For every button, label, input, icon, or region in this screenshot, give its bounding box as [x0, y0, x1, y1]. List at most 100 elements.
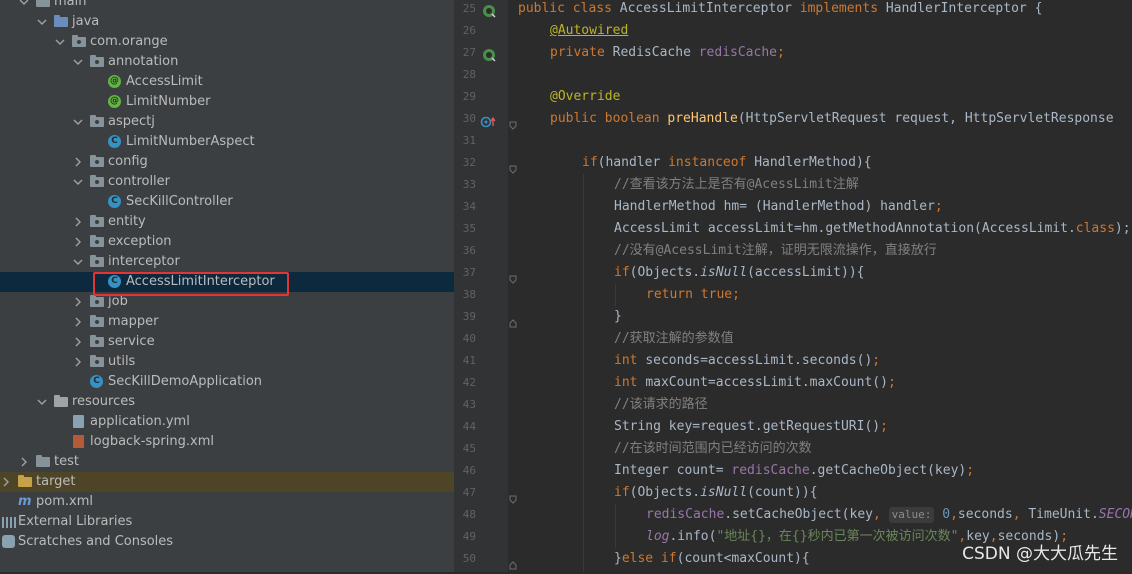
tree-row-utils[interactable]: utils	[0, 352, 454, 372]
code-token: ,	[1012, 507, 1029, 522]
indent-guide	[615, 284, 616, 306]
code-token: HandlerInterceptor {	[885, 1, 1043, 16]
chevron-right-icon[interactable]	[72, 156, 84, 168]
tree-row-application-yml[interactable]: application.yml	[0, 412, 454, 432]
tree-label: utils	[108, 354, 136, 369]
tree-row-resources[interactable]: resources	[0, 392, 454, 412]
chevron-down-icon[interactable]	[36, 396, 48, 408]
code-comment: //没有@AcessLimit注解，证明无限流操作，直接放行	[614, 243, 937, 258]
chevron-right-icon[interactable]	[72, 316, 84, 328]
code-token: .setCacheObject(key	[724, 507, 873, 522]
tree-label: application.yml	[90, 414, 190, 429]
code-token: seconds=accessLimit.seconds()	[645, 353, 873, 368]
code-token: (Objects.	[629, 265, 701, 280]
tree-row-main[interactable]: main	[0, 0, 454, 12]
code-line-41: int seconds=accessLimit.seconds();	[614, 350, 880, 372]
tree-row-limitnumber[interactable]: @ LimitNumber	[0, 92, 454, 112]
tree-row-controller[interactable]: controller	[0, 172, 454, 192]
fold-icon[interactable]	[509, 115, 517, 130]
spring-boot-class-icon: C	[90, 375, 104, 389]
tree-row-target[interactable]: target	[0, 472, 454, 492]
tree-label: entity	[108, 214, 146, 229]
line-number: 45	[462, 442, 476, 455]
chevron-down-icon[interactable]	[72, 176, 84, 188]
line-number: 41	[462, 354, 476, 367]
indent-guide	[615, 504, 616, 548]
tree-label: main	[54, 0, 87, 9]
chevron-down-icon[interactable]	[18, 0, 30, 8]
bean-gutter-icon[interactable]	[482, 47, 496, 62]
code-token: (handler	[597, 155, 669, 170]
line-number: 37	[462, 266, 476, 279]
code-token: ;	[887, 375, 896, 390]
chevron-right-icon[interactable]	[18, 456, 30, 468]
tree-row-interceptor[interactable]: interceptor	[0, 252, 454, 272]
code-line-48: redisCache.setCacheObject(key, value: 0,…	[646, 504, 1132, 526]
tree-row-seckillcontroller[interactable]: C SecKillController	[0, 192, 454, 212]
package-icon	[90, 215, 104, 229]
fold-icon[interactable]	[509, 555, 517, 570]
project-tree-panel: main java com.orange annotation @ Access…	[0, 0, 454, 572]
code-token: if	[582, 155, 598, 170]
chevron-right-icon[interactable]	[72, 356, 84, 368]
package-icon	[90, 115, 104, 129]
chevron-down-icon[interactable]	[72, 56, 84, 68]
code-editor[interactable]: public class AccessLimitInterceptor impl…	[518, 0, 1132, 572]
tree-row-seckilldemoapplication[interactable]: C SecKillDemoApplication	[0, 372, 454, 392]
tree-row-external-libraries[interactable]: External Libraries	[0, 512, 454, 532]
code-token: ;	[777, 45, 785, 60]
package-icon	[90, 315, 104, 329]
tree-row-exception[interactable]: exception	[0, 232, 454, 252]
chevron-right-icon[interactable]	[72, 296, 84, 308]
tree-row-java[interactable]: java	[0, 12, 454, 32]
implements-gutter-icon[interactable]	[482, 3, 496, 18]
code-line-40: //获取注解的参数值	[614, 328, 734, 350]
tree-row-config[interactable]: config	[0, 152, 454, 172]
code-line-44: String key=request.getRequestURI();	[614, 416, 888, 438]
class-icon: C	[108, 195, 122, 209]
chevron-down-icon[interactable]	[72, 256, 84, 268]
tree-row-limitnumberaspect[interactable]: C LimitNumberAspect	[0, 132, 454, 152]
code-line-43: //该请求的路径	[614, 394, 708, 416]
code-token: (HttpServletRequest request, HttpServlet…	[737, 111, 1114, 126]
tree-row-logback-spring-xml[interactable]: logback-spring.xml	[0, 432, 454, 452]
fold-icon[interactable]	[509, 159, 517, 174]
annotation-class-icon: @	[108, 95, 121, 108]
tree-row-scratches[interactable]: Scratches and Consoles	[0, 532, 454, 552]
highlight-box	[93, 272, 289, 296]
chevron-right-icon[interactable]	[72, 236, 84, 248]
code-token: redisCache	[698, 45, 777, 60]
fold-icon[interactable]	[509, 489, 517, 504]
chevron-down-icon[interactable]	[36, 16, 48, 28]
tree-row-pom-xml[interactable]: m pom.xml	[0, 492, 454, 512]
code-line-32: if(handler instanceof HandlerMethod){	[582, 152, 872, 174]
package-icon	[90, 235, 104, 249]
chevron-right-icon[interactable]	[0, 476, 12, 488]
tree-label: com.orange	[90, 34, 168, 49]
code-token: int	[614, 353, 646, 368]
tree-row-com-orange[interactable]: com.orange	[0, 32, 454, 52]
code-token: @Autowired	[550, 23, 629, 38]
parameter-hint: value:	[888, 507, 935, 523]
tree-row-accesslimit[interactable]: @ AccessLimit	[0, 72, 454, 92]
package-icon	[90, 55, 104, 69]
tree-row-service[interactable]: service	[0, 332, 454, 352]
code-token: maxCount=accessLimit.maxCount()	[645, 375, 888, 390]
line-number: 36	[462, 244, 476, 257]
fold-icon[interactable]	[509, 313, 517, 328]
tree-row-aspectj[interactable]: aspectj	[0, 112, 454, 132]
code-token: 0	[934, 507, 951, 522]
fold-icon[interactable]	[509, 269, 517, 284]
line-number: 33	[462, 178, 476, 191]
chevron-right-icon[interactable]	[72, 336, 84, 348]
chevron-down-icon[interactable]	[72, 116, 84, 128]
tree-row-test[interactable]: test	[0, 452, 454, 472]
tree-row-mapper[interactable]: mapper	[0, 312, 454, 332]
override-gutter-icon[interactable]	[480, 113, 496, 128]
tree-row-entity[interactable]: entity	[0, 212, 454, 232]
chevron-right-icon[interactable]	[72, 216, 84, 228]
code-line-35: AccessLimit accessLimit=hm.getMethodAnno…	[614, 218, 1131, 240]
code-token: HandlerMethod){	[754, 155, 872, 170]
chevron-down-icon[interactable]	[54, 36, 66, 48]
tree-row-annotation[interactable]: annotation	[0, 52, 454, 72]
